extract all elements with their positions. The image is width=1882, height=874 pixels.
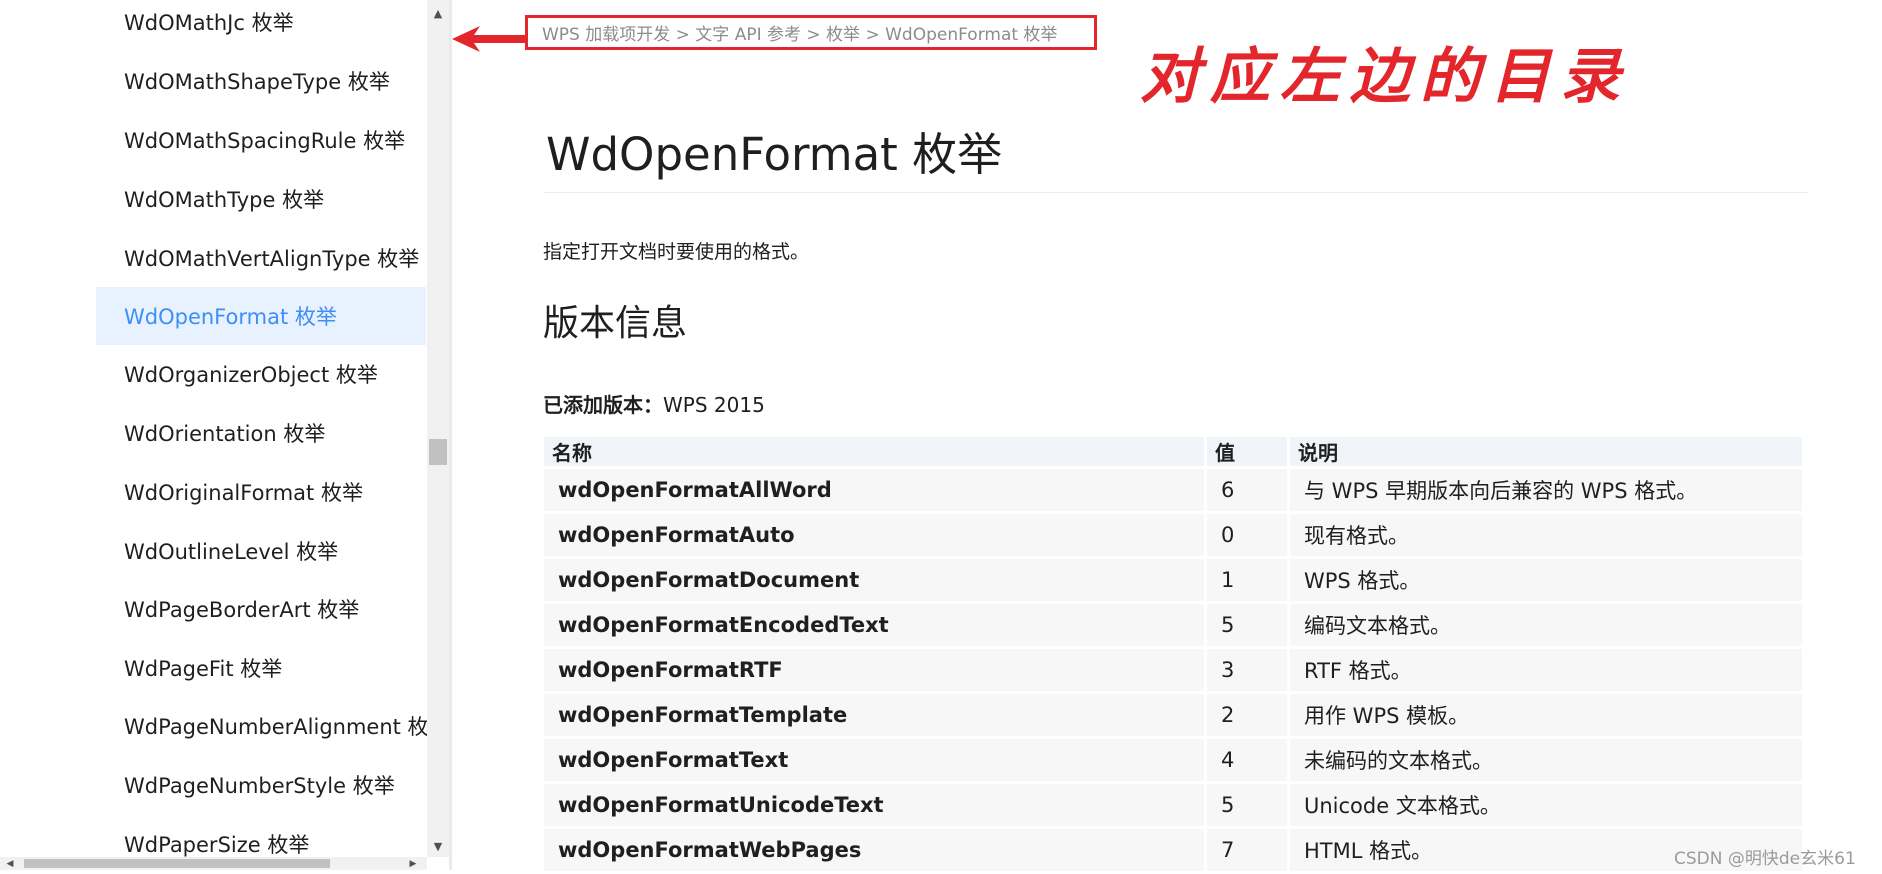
- watermark: CSDN @明快de玄米61: [1674, 849, 1856, 869]
- triangle-down-icon[interactable]: ▼: [427, 835, 449, 857]
- breadcrumb: WPS 加载项开发 > 文字 API 参考 > 枚举 > WdOpenForma…: [525, 15, 1097, 50]
- column-header-description: 说明: [1290, 437, 1802, 466]
- cell-value: 1: [1207, 559, 1287, 601]
- sidebar-item-wdpagenumberstyle[interactable]: WdPageNumberStyle 枚举: [96, 756, 426, 814]
- sidebar-item-wdomathjc[interactable]: WdOMathJc 枚举: [96, 0, 426, 51]
- sidebar-item-wdomathvertaligntype[interactable]: WdOMathVertAlignType 枚举: [96, 229, 426, 287]
- scrollbar-thumb[interactable]: [429, 439, 447, 465]
- cell-value: 7: [1207, 829, 1287, 871]
- cell-name: wdOpenFormatText: [544, 739, 1204, 781]
- cell-name: wdOpenFormatUnicodeText: [544, 784, 1204, 826]
- table-row: wdOpenFormatRTF 3 RTF 格式。: [544, 649, 1802, 691]
- cell-name: wdOpenFormatTemplate: [544, 694, 1204, 736]
- sidebar-item-wdoriginalformat[interactable]: WdOriginalFormat 枚举: [96, 463, 426, 521]
- arrow-left-icon: [452, 26, 526, 52]
- cell-description: 编码文本格式。: [1290, 604, 1802, 646]
- version-info: 已添加版本：WPS 2015: [543, 389, 765, 418]
- sidebar-item-wdorientation[interactable]: WdOrientation 枚举: [96, 404, 426, 462]
- table-row: wdOpenFormatWebPages 7 HTML 格式。: [544, 829, 1802, 871]
- page-title: WdOpenFormat 枚举: [546, 128, 1003, 181]
- cell-name: wdOpenFormatEncodedText: [544, 604, 1204, 646]
- cell-value: 5: [1207, 604, 1287, 646]
- cell-name: wdOpenFormatAuto: [544, 514, 1204, 556]
- sidebar-divider[interactable]: [449, 0, 452, 870]
- cell-value: 0: [1207, 514, 1287, 556]
- version-value: WPS 2015: [663, 393, 765, 417]
- sidebar-item-wdpageborderart[interactable]: WdPageBorderArt 枚举: [96, 580, 426, 638]
- cell-value: 6: [1207, 469, 1287, 511]
- cell-description: 未编码的文本格式。: [1290, 739, 1802, 781]
- table-row: wdOpenFormatAllWord 6 与 WPS 早期版本向后兼容的 WP…: [544, 469, 1802, 511]
- sidebar-item-wdomathtype[interactable]: WdOMathType 枚举: [96, 170, 426, 228]
- table-row: wdOpenFormatTemplate 2 用作 WPS 模板。: [544, 694, 1802, 736]
- version-label: 已添加版本：: [543, 393, 663, 417]
- triangle-right-icon[interactable]: ▶: [405, 857, 421, 870]
- cell-description: WPS 格式。: [1290, 559, 1802, 601]
- sidebar-item-wdomathshapetype[interactable]: WdOMathShapeType 枚举: [96, 52, 426, 110]
- sidebar-item-wdpagenumberalignment[interactable]: WdPageNumberAlignment 枚举: [96, 697, 450, 755]
- cell-value: 4: [1207, 739, 1287, 781]
- table-row: wdOpenFormatDocument 1 WPS 格式。: [544, 559, 1802, 601]
- table-row: wdOpenFormatAuto 0 现有格式。: [544, 514, 1802, 556]
- scrollbar-thumb[interactable]: [24, 859, 330, 868]
- table-row: wdOpenFormatUnicodeText 5 Unicode 文本格式。: [544, 784, 1802, 826]
- sidebar-vertical-scrollbar[interactable]: ▲ ▼: [427, 0, 449, 857]
- table-header-row: 名称 值 说明: [544, 437, 1802, 466]
- cell-value: 2: [1207, 694, 1287, 736]
- cell-name: wdOpenFormatRTF: [544, 649, 1204, 691]
- cell-description: 与 WPS 早期版本向后兼容的 WPS 格式。: [1290, 469, 1802, 511]
- cell-name: wdOpenFormatAllWord: [544, 469, 1204, 511]
- cell-description: Unicode 文本格式。: [1290, 784, 1802, 826]
- sidebar-item-wdorganizerobject[interactable]: WdOrganizerObject 枚举: [96, 345, 426, 403]
- cell-description: RTF 格式。: [1290, 649, 1802, 691]
- sidebar-item-wdpagefit[interactable]: WdPageFit 枚举: [96, 639, 426, 697]
- cell-value: 3: [1207, 649, 1287, 691]
- cell-description: 现有格式。: [1290, 514, 1802, 556]
- cell-value: 5: [1207, 784, 1287, 826]
- triangle-up-icon[interactable]: ▲: [427, 2, 449, 24]
- triangle-left-icon[interactable]: ◀: [2, 857, 18, 870]
- column-header-value: 值: [1207, 437, 1287, 466]
- sidebar-item-wdomathspacingrule[interactable]: WdOMathSpacingRule 枚举: [96, 111, 426, 169]
- annotation-note: 对应左边的目录: [1140, 42, 1630, 112]
- cell-name: wdOpenFormatWebPages: [544, 829, 1204, 871]
- sidebar-nav: WdOMathJc 枚举 WdOMathShapeType 枚举 WdOMath…: [0, 0, 452, 870]
- cell-description: 用作 WPS 模板。: [1290, 694, 1802, 736]
- page-description: 指定打开文档时要使用的格式。: [543, 241, 810, 263]
- version-heading: 版本信息: [543, 303, 688, 344]
- cell-name: wdOpenFormatDocument: [544, 559, 1204, 601]
- enum-table: 名称 值 说明 wdOpenFormatAllWord 6 与 WPS 早期版本…: [541, 434, 1805, 874]
- table-row: wdOpenFormatText 4 未编码的文本格式。: [544, 739, 1802, 781]
- column-header-name: 名称: [544, 437, 1204, 466]
- sidebar-item-wdopenformat[interactable]: WdOpenFormat 枚举: [96, 287, 426, 345]
- table-row: wdOpenFormatEncodedText 5 编码文本格式。: [544, 604, 1802, 646]
- title-divider: [544, 192, 1808, 193]
- sidebar-horizontal-scrollbar[interactable]: ◀ ▶: [0, 857, 427, 870]
- sidebar-item-wdoutlinelevel[interactable]: WdOutlineLevel 枚举: [96, 522, 426, 580]
